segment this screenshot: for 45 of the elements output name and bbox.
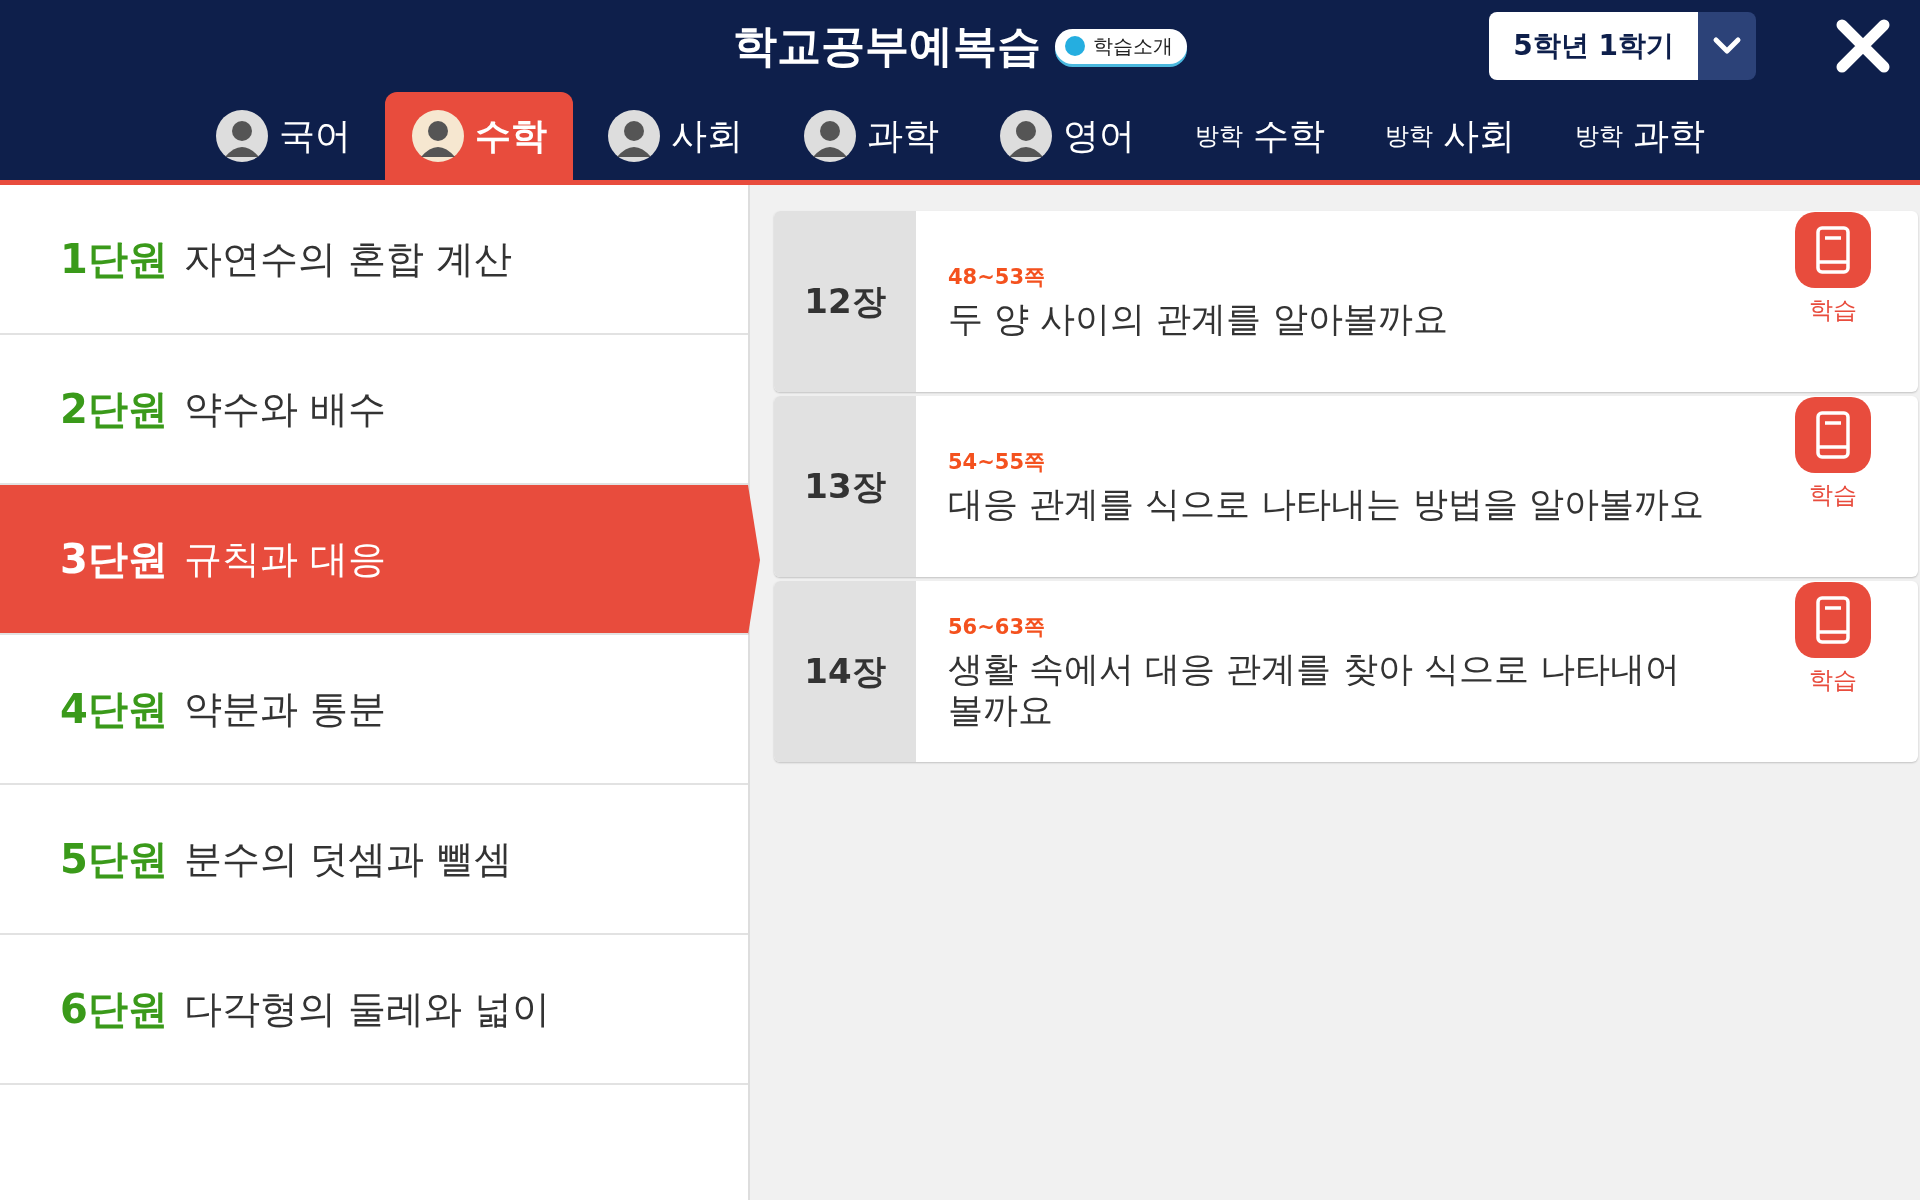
page-range: 48~53쪽 bbox=[948, 264, 1047, 292]
unit-number: 6단원 bbox=[60, 984, 168, 1034]
subject-tab[interactable]: 방학 사회 bbox=[1359, 92, 1541, 180]
app-title: 학교공부예복습 bbox=[733, 18, 1041, 73]
unit-number: 2단원 bbox=[60, 384, 168, 434]
subject-tab[interactable]: 수학 bbox=[385, 92, 573, 180]
intro-button[interactable]: 학습소개 bbox=[1055, 28, 1187, 64]
chapter-number: 12장 bbox=[774, 211, 916, 392]
chapter-number: 14장 bbox=[774, 581, 916, 762]
grade-select[interactable]: 5학년 1학기 bbox=[1489, 12, 1698, 80]
subject-tab[interactable]: 국어 bbox=[189, 92, 377, 180]
avatar-icon bbox=[803, 109, 857, 163]
unit-title: 약분과 통분 bbox=[183, 685, 386, 733]
page-range: 56~63쪽 bbox=[948, 614, 1047, 642]
close-icon bbox=[1836, 19, 1890, 73]
unit-title: 분수의 덧셈과 뺄셈 bbox=[183, 835, 512, 883]
unit-number: 1단원 bbox=[60, 234, 168, 284]
chapter-title: 두 양 사이의 관계를 알아볼까요 bbox=[948, 299, 1449, 340]
chapter-title: 대응 관계를 식으로 나타내는 방법을 알아볼까요 bbox=[948, 484, 1705, 525]
chapter-number: 13장 bbox=[774, 396, 916, 577]
subject-tab[interactable]: 영어 bbox=[973, 92, 1161, 180]
study-button[interactable]: 학습 bbox=[1748, 211, 1918, 392]
page-range: 54~55쪽 bbox=[948, 449, 1047, 477]
chapter-title: 생활 속에서 대응 관계를 찾아 식으로 나타내어 볼까요 bbox=[948, 649, 1681, 730]
unit-title: 다각형의 둘레와 넓이 bbox=[183, 985, 550, 1033]
study-button[interactable]: 학습 bbox=[1748, 581, 1918, 762]
subject-tab[interactable]: 과학 bbox=[777, 92, 965, 180]
unit-number: 5단원 bbox=[60, 834, 168, 884]
unit-number: 3단원 bbox=[60, 534, 168, 584]
close-button[interactable] bbox=[1836, 19, 1890, 73]
avatar-icon bbox=[607, 109, 661, 163]
subject-tab[interactable]: 방학 과학 bbox=[1549, 92, 1731, 180]
dot-icon bbox=[1065, 36, 1085, 56]
dropdown-button[interactable] bbox=[1698, 12, 1756, 80]
avatar-icon bbox=[411, 109, 465, 163]
avatar-icon bbox=[215, 109, 269, 163]
unit-number: 4단원 bbox=[60, 684, 168, 734]
unit-title: 약수와 배수 bbox=[183, 385, 386, 433]
subject-tab[interactable]: 방학 수학 bbox=[1169, 92, 1351, 180]
subject-tab[interactable]: 사회 bbox=[581, 92, 769, 180]
chevron-down-icon bbox=[1712, 36, 1742, 56]
unit-title: 자연수의 혼합 계산 bbox=[183, 235, 512, 283]
study-button[interactable]: 학습 bbox=[1748, 396, 1918, 577]
avatar-icon bbox=[999, 109, 1053, 163]
unit-title: 규칙과 대응 bbox=[183, 535, 386, 583]
